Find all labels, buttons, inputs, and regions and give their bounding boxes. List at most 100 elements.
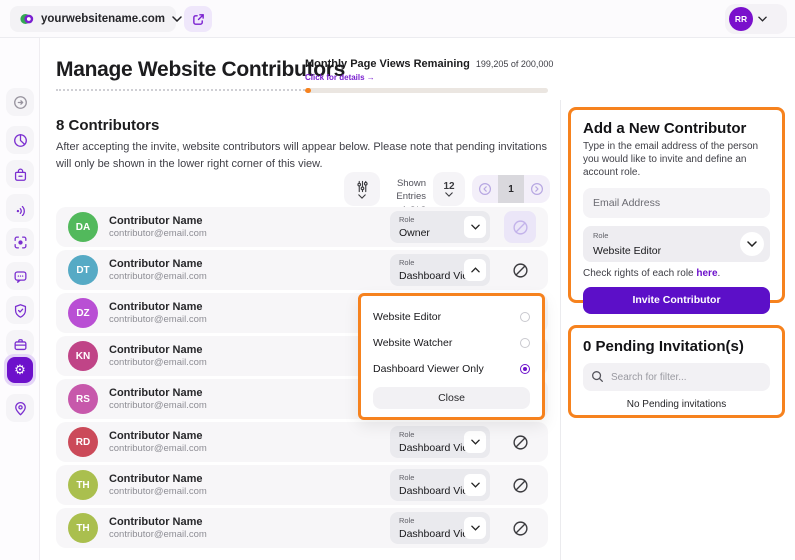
sidebar-item-collapse[interactable] [6, 88, 34, 116]
contributors-count-heading: 8 Contributors [56, 117, 159, 134]
ban-icon [512, 219, 529, 236]
contributor-row: DT Contributor Name contributor@email.co… [56, 250, 548, 290]
sidebar-item-store[interactable] [6, 160, 34, 188]
contributor-identity: Contributor Name contributor@email.com [109, 301, 207, 325]
per-page-select[interactable]: 12 [433, 172, 465, 206]
usage-progress-bar [305, 88, 548, 93]
contributor-name: Contributor Name [109, 215, 207, 227]
add-contributor-description: Type in the email address of the person … [583, 140, 770, 180]
chevron-down-icon [464, 216, 486, 238]
avatar: TH [68, 513, 98, 543]
avatar: TH [68, 470, 98, 500]
avatar: RD [68, 427, 98, 457]
pie-chart-icon [13, 133, 28, 148]
contributor-identity: Contributor Name contributor@email.com [109, 387, 207, 411]
sidebar-item-settings[interactable]: ⚙ [4, 354, 36, 386]
empty-pending-text: No Pending invitations [583, 399, 770, 410]
contributor-row: TH Contributor Name contributor@email.co… [56, 508, 548, 548]
per-page-value: 12 [443, 181, 454, 192]
role-select-label: Role [593, 231, 608, 240]
avatar: DT [68, 255, 98, 285]
rights-note: Check rights of each role here. [583, 268, 770, 279]
contributor-identity: Contributor Name contributor@email.com [109, 516, 207, 540]
search-input[interactable] [583, 363, 770, 391]
avatar: DZ [68, 298, 98, 328]
chevron-down-icon [758, 16, 767, 22]
pagination: 1 [472, 175, 550, 203]
role-option[interactable]: Dashboard Viewer Only [373, 356, 530, 382]
sidebar-item-analytics[interactable] [6, 126, 34, 154]
avatar: KN [68, 341, 98, 371]
contributor-email: contributor@email.com [109, 486, 207, 497]
bag-icon [13, 167, 28, 182]
close-button[interactable]: Close [373, 387, 530, 409]
chat-bubble-icon [13, 269, 28, 284]
add-contributor-title: Add a New Contributor [583, 120, 770, 137]
email-field[interactable] [583, 188, 770, 218]
role-select[interactable]: Role Website Editor [583, 226, 770, 262]
contributor-identity: Contributor Name contributor@email.com [109, 215, 207, 239]
role-dropdown[interactable]: Role Owner [390, 211, 490, 243]
topbar: yourwebsitename.com RR [0, 0, 795, 38]
role-popup: Website Editor Website Watcher Dashboard… [358, 293, 545, 420]
avatar: RS [68, 384, 98, 414]
ban-button[interactable] [504, 211, 536, 243]
invite-contributor-button[interactable]: Invite Contributor [583, 287, 770, 314]
role-option-label: Dashboard Viewer Only [373, 363, 484, 375]
shown-entries-label: Shown Entries [368, 177, 426, 204]
role-select-value: Website Editor [593, 245, 661, 257]
usage-widget: Monthly Page Views Remaining 199,205 of … [305, 58, 548, 93]
sidebar-item-security[interactable] [6, 296, 34, 324]
role-option[interactable]: Website Editor [373, 304, 530, 330]
chevron-down-icon [740, 232, 764, 256]
usage-title: Monthly Page Views Remaining [305, 58, 470, 70]
ban-button[interactable] [504, 469, 536, 501]
contributor-identity: Contributor Name contributor@email.com [109, 473, 207, 497]
sidebar-item-target[interactable] [6, 228, 34, 256]
radio-icon [520, 312, 530, 322]
chevron-down-icon [358, 194, 366, 199]
role-label: Role [399, 215, 414, 224]
role-dropdown[interactable]: Role Dashboard Vie... [390, 512, 490, 544]
current-page: 1 [498, 175, 524, 203]
next-page-button[interactable] [524, 175, 550, 203]
usage-details-link[interactable]: Click for details → [305, 73, 548, 82]
ban-button[interactable] [504, 254, 536, 286]
contributor-email: contributor@email.com [109, 529, 207, 540]
arrow-left-circle-icon [478, 182, 492, 196]
sliders-icon [356, 180, 369, 193]
search-icon [591, 370, 604, 383]
sidebar-item-location[interactable] [6, 394, 34, 422]
role-label: Role [399, 258, 414, 267]
ban-button[interactable] [504, 426, 536, 458]
page: yourwebsitename.com RR [0, 0, 795, 560]
shield-check-icon [13, 303, 28, 318]
contributor-email: contributor@email.com [109, 357, 207, 368]
sidebar-item-chat[interactable] [6, 262, 34, 290]
website-selector[interactable]: yourwebsitename.com [10, 6, 176, 32]
ban-icon [512, 477, 529, 494]
avatar: DA [68, 212, 98, 242]
role-label: Role [399, 473, 414, 482]
role-dropdown[interactable]: Role Dashboard Vie... [390, 254, 490, 286]
role-dropdown[interactable]: Role Dashboard Vie... [390, 426, 490, 458]
open-website-button[interactable] [184, 6, 212, 32]
contributor-identity: Contributor Name contributor@email.com [109, 344, 207, 368]
role-dropdown[interactable]: Role Dashboard Vie... [390, 469, 490, 501]
contributor-email: contributor@email.com [109, 271, 207, 282]
contributor-name: Contributor Name [109, 344, 207, 356]
previous-page-button[interactable] [472, 175, 498, 203]
ban-icon [512, 262, 529, 279]
ban-button[interactable] [504, 512, 536, 544]
chevron-down-icon [464, 517, 486, 539]
role-label: Role [399, 430, 414, 439]
user-menu[interactable]: RR [725, 4, 787, 34]
role-popup-options: Website Editor Website Watcher Dashboard… [373, 304, 530, 382]
arrow-right-circle-icon [530, 182, 544, 196]
chevron-down-icon [464, 474, 486, 496]
role-option[interactable]: Website Watcher [373, 330, 530, 356]
add-contributor-panel: Add a New Contributor Type in the email … [568, 107, 785, 303]
sidebar-item-audience[interactable] [6, 194, 34, 222]
rights-link[interactable]: here [696, 268, 717, 279]
contributor-row: RD Contributor Name contributor@email.co… [56, 422, 548, 462]
